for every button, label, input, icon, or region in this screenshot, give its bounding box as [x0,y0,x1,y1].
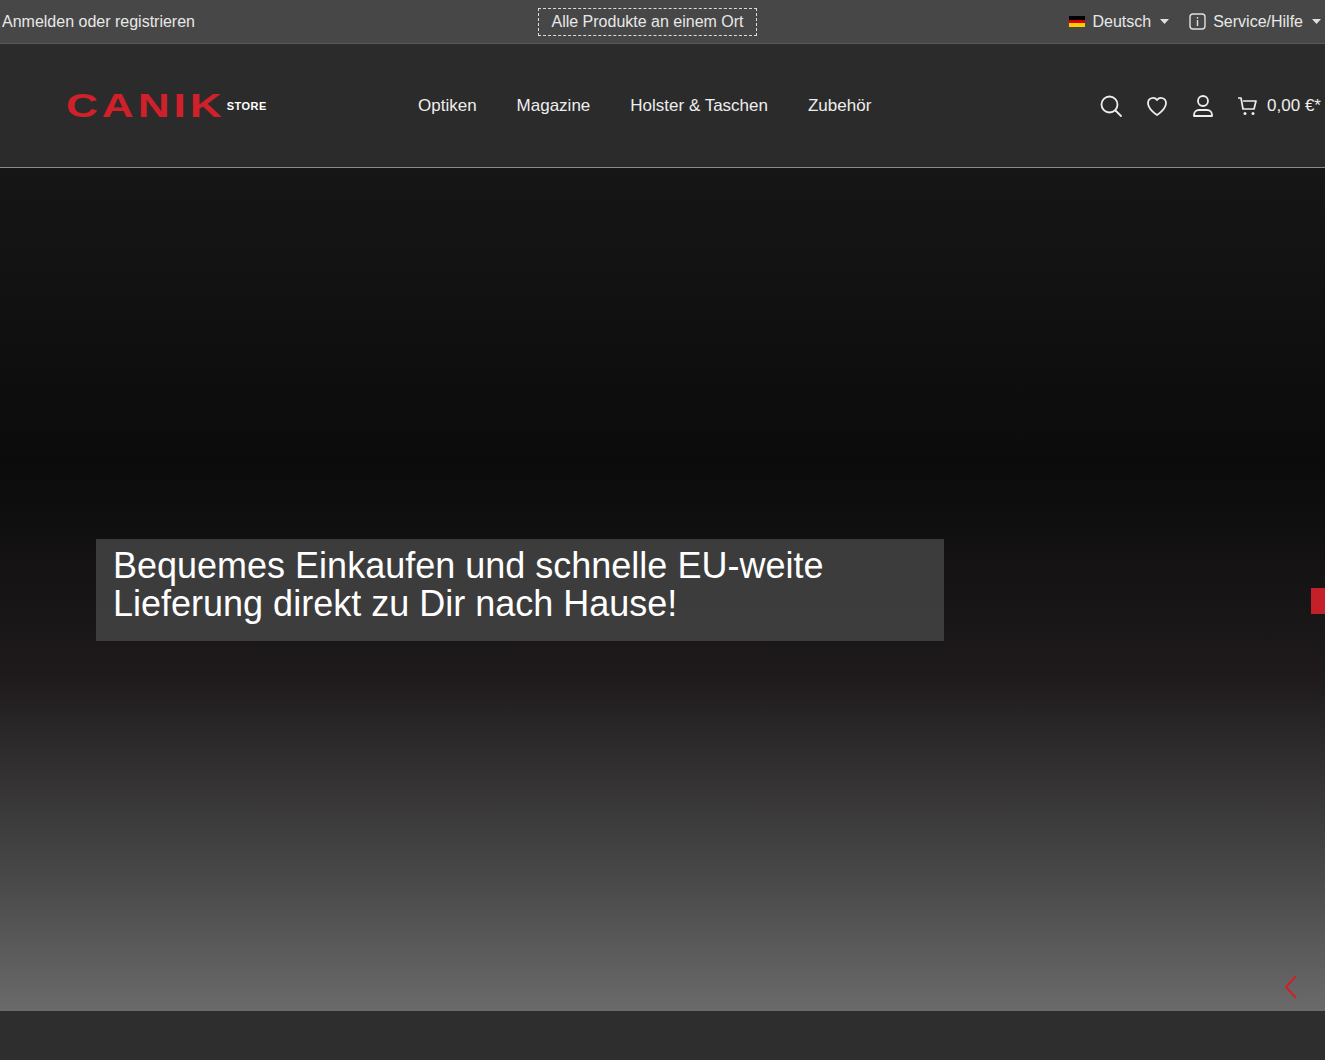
hero-slider: Bequemes Einkaufen und schnelle EU-weite… [0,168,1325,1011]
service-dropdown[interactable]: Service/Hilfe [1189,13,1321,31]
promo-link[interactable]: Alle Produkte an einem Ort [538,8,756,36]
nav-item[interactable]: Holster & Taschen [630,96,768,116]
german-flag-icon [1069,16,1085,27]
logo[interactable]: CANIKSTORE [66,86,356,125]
nav-item[interactable]: Magazine [517,96,591,116]
user-icon[interactable] [1191,94,1215,118]
nav-item[interactable]: Zubehör [808,96,871,116]
login-link[interactable]: Anmelden oder registrieren [2,13,195,30]
info-icon [1189,13,1206,30]
chevron-left-icon[interactable] [1283,974,1299,1000]
page: Anmelden oder registrieren Alle Produkte … [0,0,1325,1059]
caret-down-icon [1160,19,1169,25]
top-bar: Anmelden oder registrieren Alle Produkte … [0,0,1325,44]
heart-icon[interactable] [1145,94,1169,118]
nav-item[interactable]: Optiken [418,96,477,116]
header-actions: 0,00 €* [1099,94,1321,118]
cart-button[interactable]: 0,00 €* [1237,95,1321,117]
page-strip [0,1011,1325,1059]
language-dropdown[interactable]: Deutsch [1069,13,1169,31]
main-nav: Optiken Magazine Holster & Taschen Zubehör [418,96,871,116]
search-icon[interactable] [1099,94,1123,118]
header: CANIKSTORE Optiken Magazine Holster & Tasch… [0,44,1325,168]
hero-caption: Bequemes Einkaufen und schnelle EU-weite… [96,539,944,641]
caret-down-icon [1312,19,1321,25]
cart-icon [1237,95,1259,117]
slider-indicator[interactable] [1311,588,1325,614]
